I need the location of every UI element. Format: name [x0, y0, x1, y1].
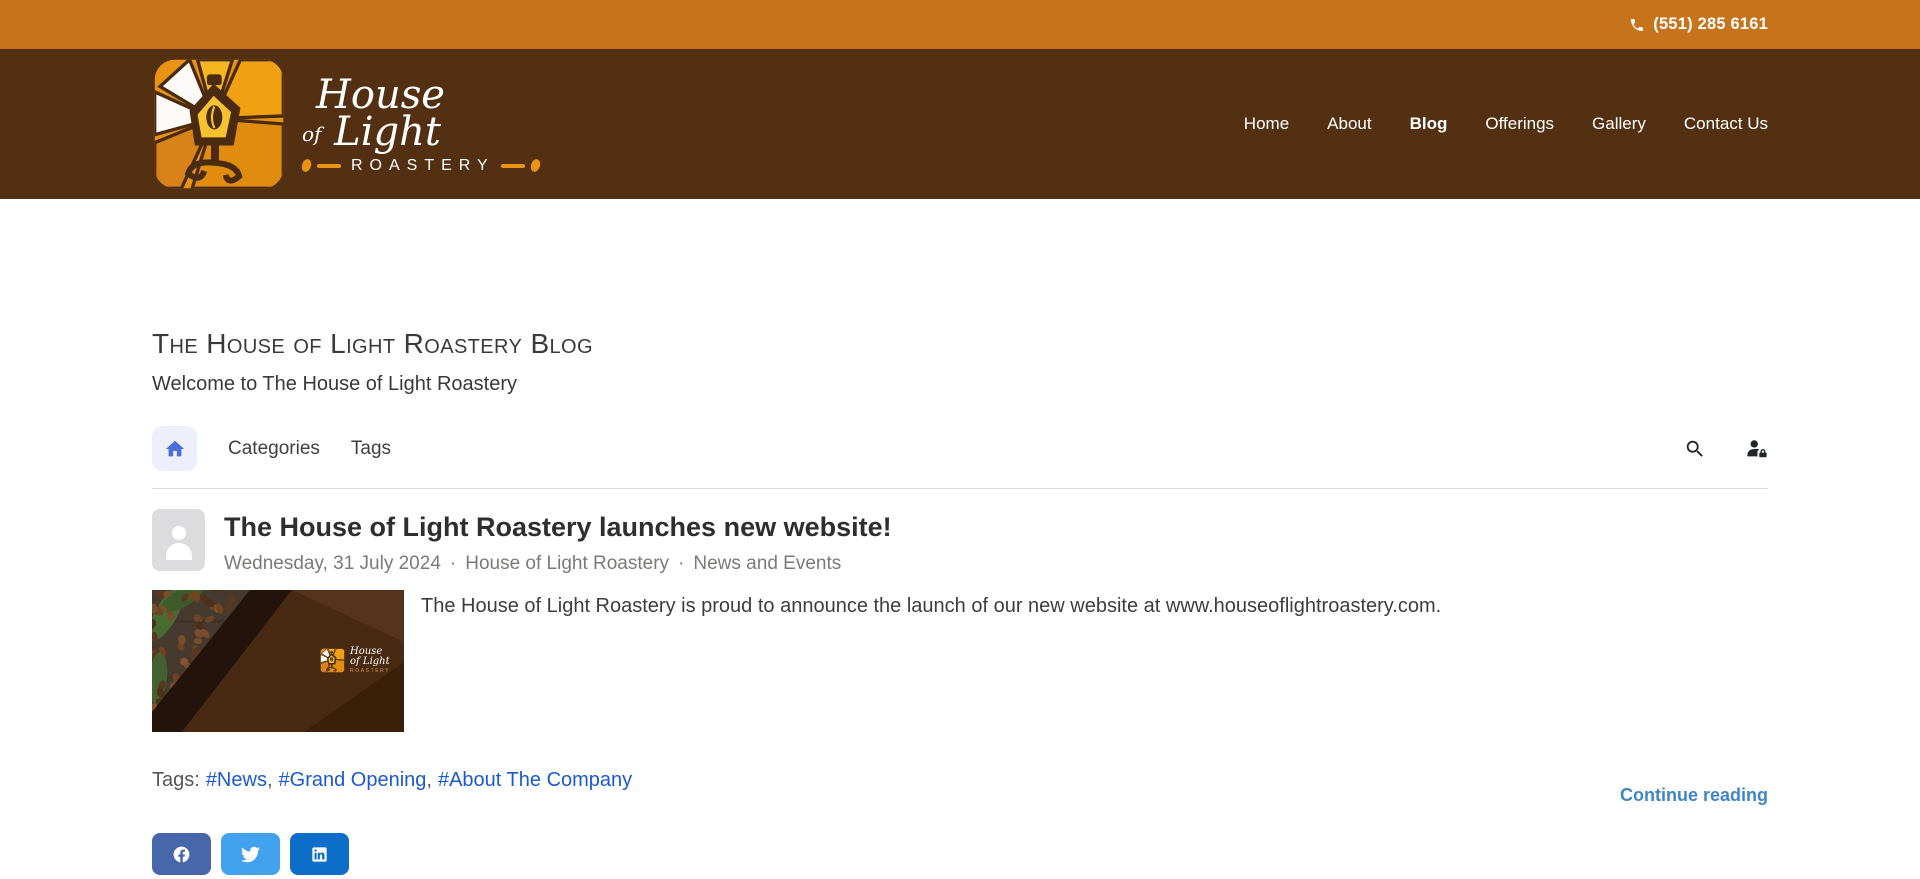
post-meta: Wednesday, 31 July 2024 · House of Light…	[224, 553, 892, 575]
nav-item-contact-us[interactable]: Contact Us	[1684, 114, 1768, 134]
page-subtitle: Welcome to The House of Light Roastery	[152, 373, 517, 395]
nav-item-blog[interactable]: Blog	[1410, 114, 1448, 134]
blog-toolbar: Categories Tags	[152, 426, 1768, 471]
meta-separator: ·	[449, 553, 457, 574]
user-lock-icon	[1747, 439, 1767, 457]
thumbnail-brand: House of Light ROASTERY	[320, 647, 390, 674]
post-tags: Tags: #News, #Grand Opening, #About The Com…	[152, 769, 632, 792]
share-linkedin-button[interactable]	[290, 833, 349, 875]
roastery-logo-icon	[152, 57, 286, 191]
toolbar-divider	[152, 488, 1768, 489]
share-facebook-button[interactable]	[152, 833, 211, 875]
thumb-word-light: Light	[362, 655, 390, 667]
coffee-bean-icon	[300, 158, 313, 174]
facebook-icon	[173, 846, 190, 862]
brand-wordmark: House of Light ROASTERY	[300, 75, 542, 175]
coffee-bean-icon	[528, 158, 542, 174]
main-nav: Home About Blog Offerings Gallery Contac…	[1244, 114, 1768, 134]
decorative-bar	[500, 163, 525, 168]
decorative-bar	[317, 163, 341, 168]
meta-separator: ·	[678, 553, 685, 574]
tag-link-grand-opening[interactable]: #Grand Opening	[279, 769, 427, 791]
blog-nav-tags[interactable]: Tags	[351, 438, 391, 460]
phone-link[interactable]: (551) 285 6161	[1629, 15, 1768, 34]
blog-home-button[interactable]	[152, 426, 197, 471]
continue-reading-link[interactable]: Continue reading	[1620, 785, 1768, 806]
tags-label: Tags:	[152, 769, 200, 791]
nav-item-gallery[interactable]: Gallery	[1592, 114, 1646, 134]
linkedin-icon	[312, 846, 327, 862]
author-avatar[interactable]	[152, 509, 205, 571]
post-category: News and Events	[693, 553, 842, 574]
post-author: House of Light Roastery	[465, 553, 670, 574]
site-header: House of Light ROASTERY Home About Blog …	[0, 49, 1920, 199]
post-thumbnail[interactable]: House of Light ROASTERY	[152, 590, 404, 732]
blog-post: The House of Light Roastery launches new…	[152, 509, 1768, 875]
brand-word-light: Light	[334, 109, 441, 155]
nav-item-about[interactable]: About	[1327, 114, 1371, 134]
thumb-word-of: of	[350, 655, 360, 667]
page-title: The House of Light Roastery Blog	[152, 328, 593, 359]
social-share-row	[152, 833, 1768, 875]
phone-icon	[1631, 18, 1644, 31]
twitter-icon	[241, 846, 260, 862]
brand-word-of: of	[302, 122, 322, 146]
home-icon	[165, 440, 184, 456]
nav-item-home[interactable]: Home	[1244, 114, 1289, 134]
person-icon	[165, 526, 192, 560]
nav-item-offerings[interactable]: Offerings	[1485, 114, 1554, 134]
blog-main: The House of Light Roastery Blog Welcome…	[0, 328, 1920, 875]
tag-link-news[interactable]: #News	[206, 769, 267, 791]
post-date: Wednesday, 31 July 2024	[224, 553, 441, 574]
brand-logo[interactable]: House of Light ROASTERY	[152, 57, 542, 191]
blog-nav-categories[interactable]: Categories	[228, 438, 320, 460]
tag-link-about-the-company[interactable]: #About The Company	[438, 769, 632, 791]
thumbnail-logo-icon	[320, 648, 345, 673]
tag-separator: ,	[266, 769, 273, 791]
thumb-word-roastery: ROASTERY	[350, 668, 391, 674]
brand-word-roastery: ROASTERY	[351, 156, 495, 174]
login-button[interactable]	[1746, 438, 1768, 460]
phone-number: (551) 285 6161	[1653, 15, 1768, 33]
top-bar: (551) 285 6161	[0, 0, 1920, 49]
search-icon	[1686, 440, 1703, 457]
post-body-text: The House of Light Roastery is proud to …	[421, 595, 1442, 617]
share-twitter-button[interactable]	[221, 833, 280, 875]
search-button[interactable]	[1684, 438, 1706, 460]
post-title-link[interactable]: The House of Light Roastery launches new…	[224, 512, 892, 543]
tag-separator: ,	[426, 769, 432, 791]
